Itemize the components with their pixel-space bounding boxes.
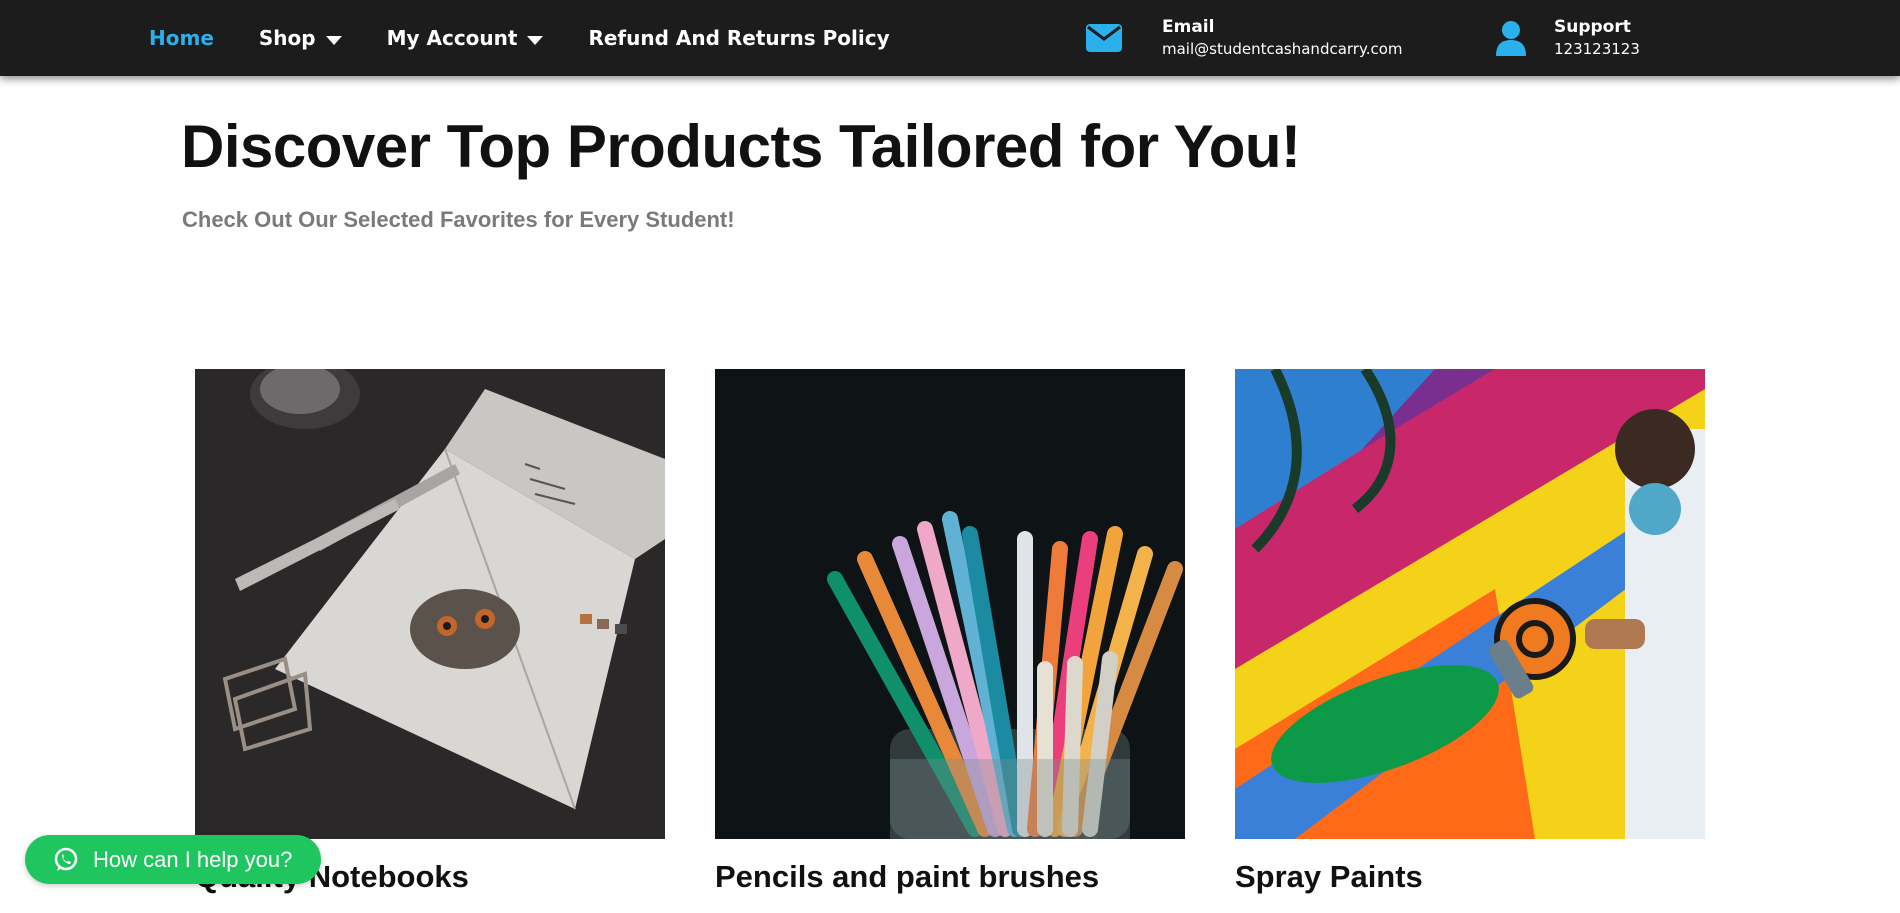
email-label: Email bbox=[1162, 17, 1215, 37]
product-card[interactable]: Quality Notebooks bbox=[195, 369, 665, 895]
nav-home[interactable]: Home bbox=[149, 26, 214, 50]
product-card[interactable]: Spray Paints bbox=[1235, 369, 1705, 895]
top-navigation-bar: Home Shop My Account Refund And Returns … bbox=[0, 0, 1900, 76]
product-title[interactable]: Spray Paints bbox=[1235, 859, 1705, 895]
nav-my-account[interactable]: My Account bbox=[387, 26, 544, 50]
nav-refund-policy-label: Refund And Returns Policy bbox=[588, 26, 890, 50]
contact-email[interactable]: Email mail@studentcashandcarry.com bbox=[1086, 0, 1403, 76]
product-image-pencils[interactable] bbox=[715, 369, 1185, 839]
nav-shop[interactable]: Shop bbox=[259, 26, 342, 50]
whatsapp-icon bbox=[53, 847, 79, 873]
product-card[interactable]: Pencils and paint brushes bbox=[715, 369, 1185, 895]
support-phone[interactable]: 123123123 bbox=[1554, 38, 1640, 60]
email-value[interactable]: mail@studentcashandcarry.com bbox=[1162, 38, 1403, 60]
product-title[interactable]: Pencils and paint brushes bbox=[715, 859, 1185, 895]
product-image-notebook[interactable] bbox=[195, 369, 665, 839]
page-title: Discover Top Products Tailored for You! bbox=[181, 113, 1301, 180]
nav-shop-label: Shop bbox=[258, 26, 316, 50]
contact-support[interactable]: Support 123123123 bbox=[1496, 0, 1640, 76]
nav-refund-policy[interactable]: Refund And Returns Policy bbox=[588, 26, 889, 50]
caret-down-icon bbox=[325, 35, 342, 45]
nav-home-label: Home bbox=[149, 26, 214, 50]
caret-down-icon bbox=[527, 35, 544, 45]
user-icon bbox=[1496, 20, 1526, 56]
page-subtitle: Check Out Our Selected Favorites for Eve… bbox=[182, 207, 735, 232]
support-label: Support bbox=[1554, 17, 1631, 37]
help-chat-button[interactable]: How can I help you? bbox=[25, 835, 321, 884]
product-image-spray-paint[interactable] bbox=[1235, 369, 1705, 839]
nav-my-account-label: My Account bbox=[386, 26, 518, 50]
main-nav: Home Shop My Account Refund And Returns … bbox=[149, 0, 935, 76]
envelope-icon bbox=[1086, 23, 1122, 53]
help-chat-label: How can I help you? bbox=[93, 846, 293, 872]
